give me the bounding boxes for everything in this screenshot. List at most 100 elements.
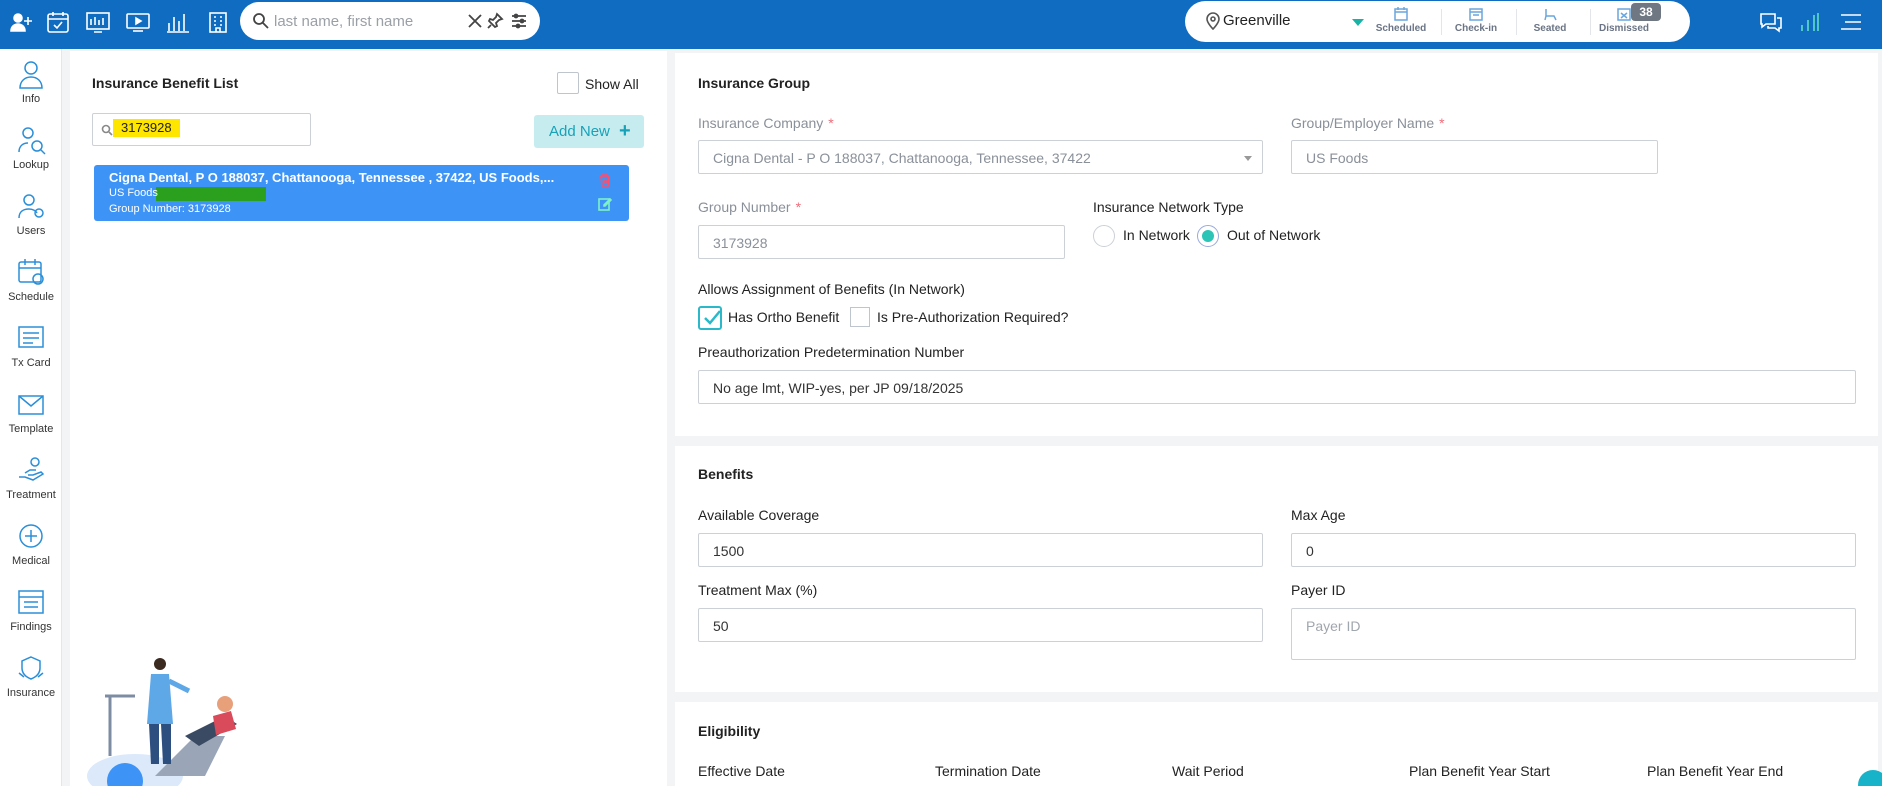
signal-bars-icon[interactable] (1797, 10, 1823, 34)
sidebar-item-medical[interactable]: Medical (0, 517, 62, 577)
chair-icon (1544, 9, 1557, 21)
insurance-item-employer: US Foods (109, 187, 158, 199)
network-type-label: Insurance Network Type (1093, 199, 1244, 215)
available-coverage-field[interactable]: 1500 (698, 533, 1263, 567)
sidebar-item-label: Users (16, 225, 46, 237)
chevron-down-icon[interactable] (1352, 19, 1364, 26)
clear-icon[interactable] (466, 12, 484, 30)
patient-search-input[interactable] (274, 11, 474, 31)
pin-icon[interactable] (486, 12, 504, 30)
calendar-check-icon[interactable] (45, 10, 71, 34)
show-all-checkbox[interactable] (557, 72, 579, 94)
sidebar-item-template[interactable]: Template (0, 385, 62, 445)
dismissed-icon (1617, 8, 1631, 21)
ortho-benefit-checkbox[interactable] (698, 306, 722, 330)
building-icon[interactable] (205, 10, 231, 34)
status-seated-label: Seated (1533, 23, 1567, 34)
treatment-max-label: Treatment Max (%) (698, 582, 818, 598)
sidebar-item-label: Treatment (6, 489, 56, 501)
insurance-benefit-list-panel: Insurance Benefit List Show All 3173928 … (70, 51, 667, 786)
group-number-label-text: Group Number (698, 199, 791, 215)
top-bar: Greenville Scheduled Check-in Seated Dis… (0, 0, 1882, 49)
left-sidebar: Info Lookup Users Schedule Tx Card Templ… (0, 49, 62, 786)
video-icon[interactable] (125, 10, 151, 34)
chat-icon[interactable] (1758, 10, 1784, 34)
employer-name-label: Group/Employer Name * (1291, 115, 1445, 131)
status-seated[interactable]: Seated (1515, 7, 1585, 37)
plan-year-end-header: Plan Benefit Year End (1647, 763, 1784, 779)
benefit-search-input[interactable]: 3173928 (92, 113, 311, 146)
edit-icon[interactable] (598, 197, 613, 211)
preauth-required-checkbox[interactable] (850, 307, 870, 327)
required-marker: * (828, 115, 834, 131)
max-age-label: Max Age (1291, 507, 1346, 523)
insurance-list-item[interactable]: Cigna Dental, P O 188037, Chattanooga, T… (94, 165, 629, 221)
card-icon (18, 326, 44, 348)
employer-name-field[interactable]: US Foods (1291, 140, 1658, 174)
payer-id-label: Payer ID (1291, 582, 1346, 598)
dashboard-icon[interactable] (85, 10, 111, 34)
sidebar-item-label: Schedule (8, 291, 54, 303)
group-number-value: 3173928 (713, 235, 768, 251)
sidebar-item-tx-card[interactable]: Tx Card (0, 319, 62, 379)
in-network-label: In Network (1123, 227, 1190, 243)
sidebar-item-schedule[interactable]: Schedule (0, 253, 62, 313)
add-user-icon[interactable] (8, 10, 34, 34)
max-age-field[interactable]: 0 (1291, 533, 1856, 567)
section-title: Benefits (698, 466, 754, 482)
wait-period-header: Wait Period (1172, 763, 1244, 779)
sidebar-item-label: Insurance (6, 687, 56, 699)
trash-icon[interactable] (598, 173, 612, 187)
sidebar-item-label: Lookup (12, 159, 50, 171)
preauth-number-label: Preauthorization Predetermination Number (698, 344, 965, 360)
section-title: Eligibility (698, 723, 761, 739)
status-bar: Greenville Scheduled Check-in Seated Dis… (1185, 1, 1690, 42)
status-checkin[interactable]: Check-in (1441, 7, 1511, 37)
available-coverage-value: 1500 (713, 543, 745, 559)
payer-id-field[interactable]: Payer ID (1291, 608, 1856, 660)
bar-chart-icon[interactable] (165, 10, 191, 34)
ortho-benefit-label: Has Ortho Benefit (728, 309, 840, 325)
status-scheduled[interactable]: Scheduled (1366, 7, 1436, 37)
sidebar-item-label: Findings (10, 621, 52, 633)
sidebar-item-findings[interactable]: Findings (0, 583, 62, 643)
insurance-icon (18, 656, 44, 680)
filter-icon[interactable] (510, 12, 528, 30)
envelope-icon (18, 395, 44, 415)
chevron-down-icon (1244, 156, 1252, 161)
calendar-icon (1394, 7, 1408, 21)
medical-icon (19, 524, 43, 548)
sidebar-item-treatment[interactable]: Treatment (0, 451, 62, 511)
in-network-radio[interactable] (1093, 225, 1115, 247)
hand-icon (19, 457, 45, 481)
treatment-max-field[interactable]: 50 (698, 608, 1263, 642)
plan-year-start-header: Plan Benefit Year Start (1409, 763, 1550, 779)
dentist-illustration (85, 656, 265, 786)
group-number-field[interactable]: 3173928 (698, 225, 1065, 259)
location-pin-icon (1205, 12, 1221, 31)
insurance-company-select[interactable]: Cigna Dental - P O 188037, Chattanooga, … (698, 140, 1263, 174)
status-dismissed-label: Dismissed (1598, 23, 1650, 34)
menu-icon[interactable] (1838, 10, 1864, 34)
location-label[interactable]: Greenville (1223, 12, 1291, 29)
sidebar-item-label: Template (8, 423, 54, 435)
required-marker: * (795, 199, 802, 215)
insurance-company-value: Cigna Dental - P O 188037, Chattanooga, … (713, 150, 1091, 166)
add-new-button[interactable]: Add New + (534, 115, 644, 148)
allows-assignment-label: Allows Assignment of Benefits (In Networ… (698, 281, 965, 297)
preauth-number-field[interactable]: No age lmt, WIP-yes, per JP 09/18/2025 (698, 370, 1856, 404)
sidebar-item-lookup[interactable]: Lookup (0, 121, 62, 181)
sidebar-item-users[interactable]: Users (0, 187, 62, 247)
person-search-icon (18, 127, 46, 155)
status-checkin-label: Check-in (1454, 23, 1498, 34)
search-icon (252, 12, 270, 30)
section-title: Insurance Group (698, 75, 811, 91)
available-coverage-label: Available Coverage (698, 507, 820, 523)
show-all-label: Show All (585, 76, 639, 92)
out-of-network-radio[interactable] (1197, 225, 1219, 247)
sidebar-item-info[interactable]: Info (0, 55, 62, 115)
effective-date-header: Effective Date (698, 763, 785, 779)
sidebar-item-insurance[interactable]: Insurance (0, 649, 62, 709)
users-icon (18, 194, 44, 219)
dismissed-count-badge: 38 (1631, 3, 1661, 21)
